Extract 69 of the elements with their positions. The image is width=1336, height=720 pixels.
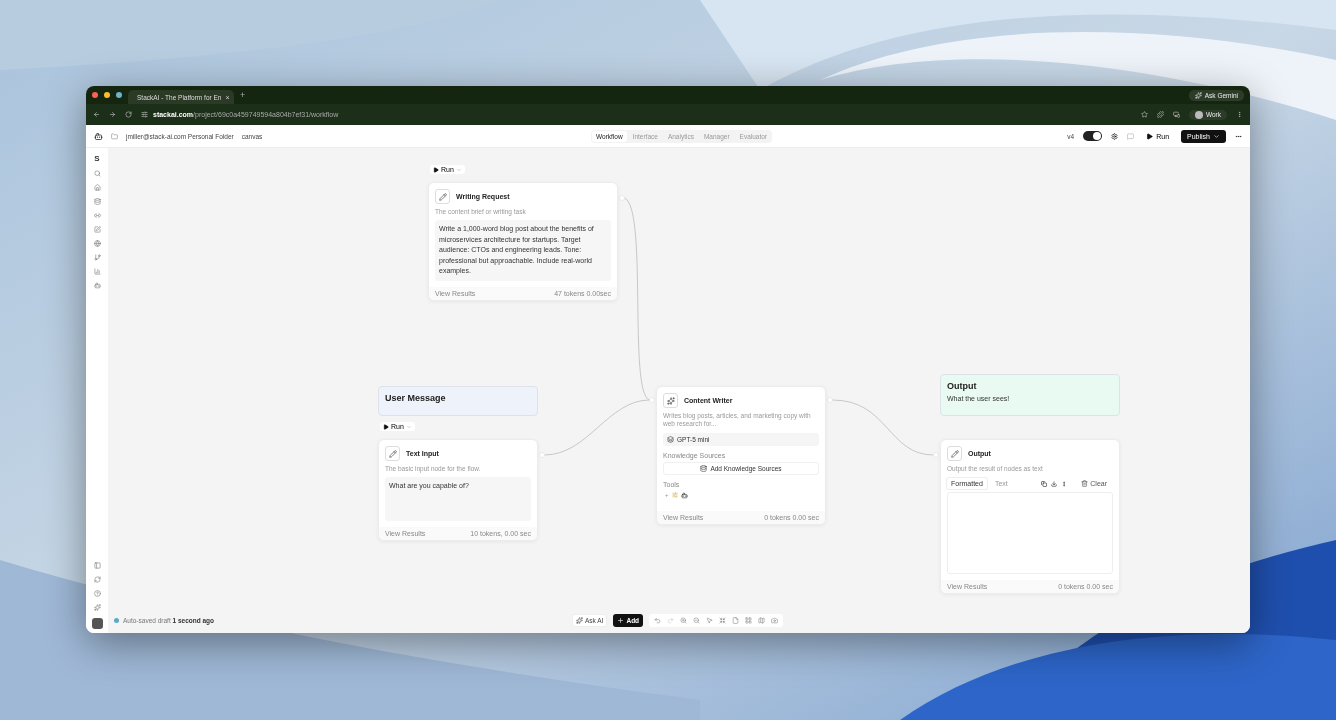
node-card[interactable] <box>428 182 618 301</box>
reload-icon[interactable] <box>125 111 132 118</box>
caret-icon <box>455 166 462 173</box>
site-settings-icon <box>141 111 148 118</box>
camera-icon[interactable] <box>771 617 779 624</box>
copy-icon[interactable] <box>1041 480 1048 487</box>
star-icon[interactable] <box>1140 111 1148 118</box>
group-title: User Message <box>385 393 447 403</box>
bot-icon[interactable] <box>93 282 101 289</box>
caret-icon <box>1213 132 1220 140</box>
trash-icon <box>1081 480 1089 488</box>
edit-icon[interactable] <box>93 226 101 233</box>
grid-icon[interactable] <box>745 617 753 624</box>
database-icon[interactable] <box>93 198 101 205</box>
node-handle[interactable] <box>649 397 655 403</box>
panel-icon[interactable] <box>93 562 101 569</box>
caret-icon <box>405 423 412 430</box>
node-handle[interactable] <box>539 452 545 458</box>
branch-icon[interactable] <box>93 254 101 261</box>
play-icon <box>433 166 439 173</box>
pointer-icon[interactable] <box>706 617 714 624</box>
chat-icon[interactable] <box>1127 132 1135 140</box>
fit-view-icon[interactable] <box>719 617 727 624</box>
help-icon[interactable] <box>93 590 101 597</box>
new-tab-button[interactable]: + <box>240 90 246 100</box>
undo-icon[interactable] <box>654 617 662 624</box>
download-icon[interactable] <box>1051 480 1058 487</box>
app-logo-icon <box>94 131 103 141</box>
user-avatar[interactable] <box>91 618 103 629</box>
toggle-switch[interactable] <box>1083 131 1103 141</box>
sparkles-icon[interactable] <box>93 604 101 611</box>
minimize-dot[interactable] <box>104 92 110 98</box>
extensions-icon[interactable] <box>1156 111 1164 118</box>
group-title: Output <box>947 381 978 391</box>
node-handle[interactable] <box>933 452 939 458</box>
sparkle-icon <box>1194 91 1202 99</box>
cast-icon[interactable] <box>1172 111 1180 118</box>
forward-icon[interactable] <box>109 111 116 118</box>
home-icon[interactable] <box>93 184 101 191</box>
file-icon[interactable] <box>732 617 740 624</box>
refresh-icon[interactable] <box>93 576 101 583</box>
redo-icon[interactable] <box>667 617 675 624</box>
back-icon[interactable] <box>93 111 100 118</box>
database-icon <box>700 464 708 472</box>
node-handle[interactable] <box>827 397 833 403</box>
zoom-dot[interactable] <box>116 92 122 98</box>
node-handle[interactable] <box>619 195 625 201</box>
zoom-out-icon[interactable] <box>693 617 701 624</box>
close-dot[interactable] <box>92 92 98 98</box>
workspace-initial[interactable]: S <box>94 154 100 163</box>
tool-icon[interactable] <box>680 491 688 499</box>
pencil-icon <box>385 446 400 461</box>
plus-icon <box>617 617 625 624</box>
status-dot <box>114 618 119 623</box>
link-icon[interactable] <box>93 212 101 219</box>
settings-icon[interactable] <box>1111 132 1119 140</box>
zoom-in-icon[interactable] <box>680 617 688 624</box>
model-logo-icon <box>663 393 678 408</box>
layers-icon <box>667 435 674 443</box>
chart-icon[interactable] <box>93 268 101 275</box>
sparkle-icon <box>576 617 583 624</box>
folder-icon <box>111 132 118 140</box>
pencil-icon <box>947 446 962 461</box>
globe-icon[interactable] <box>93 240 101 247</box>
play-icon <box>383 423 389 430</box>
pencil-icon <box>435 189 450 204</box>
search-icon[interactable] <box>93 170 101 177</box>
play-icon <box>1146 132 1154 140</box>
map-icon[interactable] <box>758 617 766 624</box>
